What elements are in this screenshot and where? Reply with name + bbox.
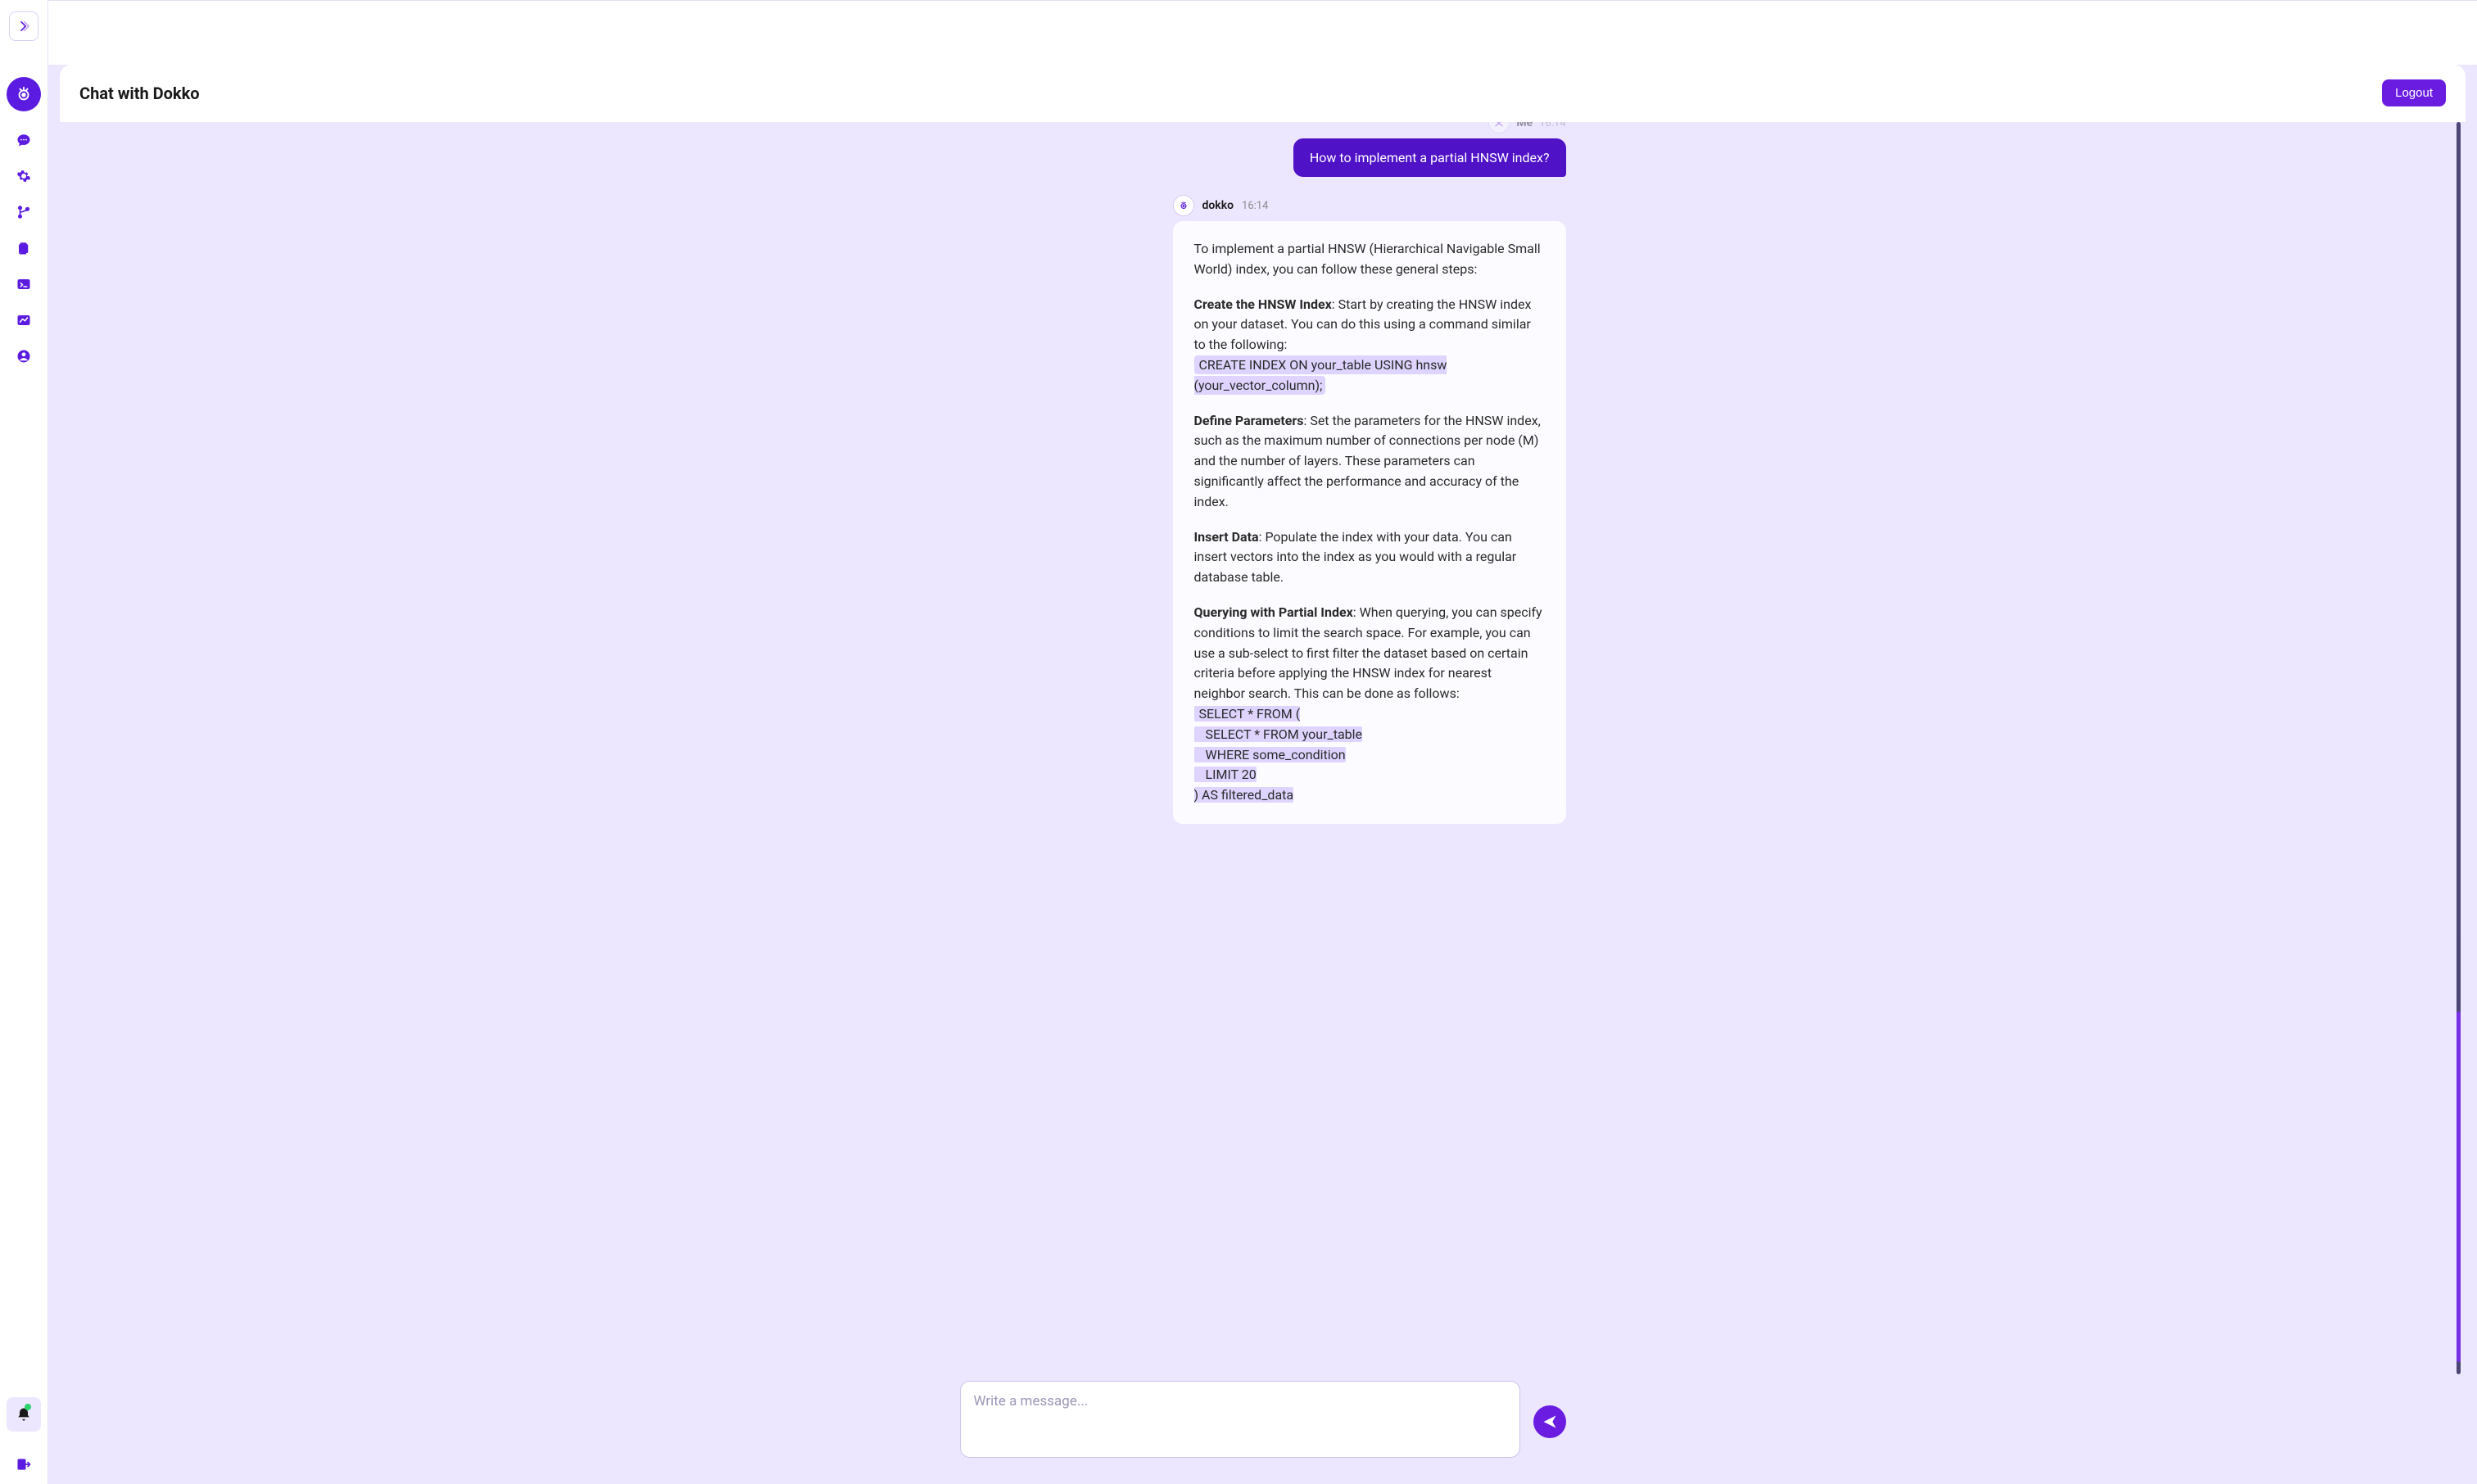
bot-step-1-code: CREATE INDEX ON your_table USING hnsw (y…: [1194, 355, 1447, 395]
expand-sidebar-button[interactable]: [9, 11, 38, 41]
nav-chat[interactable]: [16, 133, 31, 147]
bot-step-1-head: Create the HNSW Index: [1194, 296, 1332, 312]
send-button[interactable]: [1533, 1405, 1566, 1438]
nav-icon-list: [7, 77, 41, 364]
bot-name: dokko: [1202, 199, 1234, 212]
nav-terminal[interactable]: [16, 277, 31, 292]
chat-bubble-icon: [16, 132, 31, 148]
nav-analytics[interactable]: [16, 313, 31, 328]
nav-user[interactable]: [16, 349, 31, 364]
page-title: Chat with Dokko: [79, 84, 200, 103]
code-l5: ) AS filtered_data: [1194, 787, 1294, 803]
bot-step-1: Create the HNSW Index: Start by creating…: [1194, 295, 1545, 396]
top-strip: [48, 1, 2477, 65]
bot-step-3-head: Insert Data: [1194, 529, 1259, 545]
bot-intro: To implement a partial HNSW (Hierarchica…: [1194, 239, 1545, 280]
notification-dot: [25, 1404, 31, 1410]
bot-step-4-head: Querying with Partial Index: [1194, 604, 1353, 620]
bot-step-3: Insert Data: Populate the index with you…: [1194, 527, 1545, 588]
notifications-button[interactable]: [7, 1397, 41, 1432]
send-icon: [1542, 1414, 1558, 1430]
main-area: Chat with Dokko Logout Me 16:14 How to i…: [48, 0, 2477, 1484]
bot-avatar: [1173, 195, 1194, 216]
bot-step-2-head: Define Parameters: [1194, 413, 1304, 428]
code-l1: SELECT * FROM (: [1194, 706, 1301, 722]
bot-step-2: Define Parameters: Set the parameters fo…: [1194, 411, 1545, 513]
user-meta: Me 16:14: [960, 122, 1566, 133]
code-l2: SELECT * FROM your_table: [1194, 726, 1363, 742]
user-message-row: How to implement a partial HNSW index?: [960, 138, 1566, 177]
sidebar-bottom: [7, 1397, 41, 1473]
bot-time: 16:14: [1242, 200, 1268, 212]
user-name: Me: [1516, 122, 1533, 129]
bot-step-4: Querying with Partial Index: When queryi…: [1194, 603, 1545, 806]
exit-icon: [16, 1456, 32, 1473]
composer: [960, 1381, 1566, 1458]
analytics-icon: [16, 312, 31, 328]
logo-icon: [15, 85, 33, 103]
code-l4: LIMIT 20: [1194, 767, 1257, 782]
chat-body: Me 16:14 How to implement a partial HNSW…: [60, 122, 2466, 1473]
user-message-bubble: How to implement a partial HNSW index?: [1293, 138, 1566, 177]
message-input[interactable]: [960, 1381, 1520, 1458]
gear-icon: [16, 168, 31, 184]
branch-icon: [16, 204, 31, 220]
documents-icon: [16, 240, 31, 256]
chevron-right-icon: [16, 19, 31, 34]
scrollbar-thumb[interactable]: [2457, 1011, 2461, 1362]
nav-settings[interactable]: [16, 169, 31, 183]
nav-logo[interactable]: [7, 77, 41, 111]
code-l3: WHERE some_condition: [1194, 747, 1346, 762]
sidebar: [0, 0, 48, 1484]
scrollbar-track[interactable]: [2457, 122, 2461, 1374]
logout-button[interactable]: Logout: [2382, 79, 2446, 106]
sidebar-exit-button[interactable]: [16, 1456, 32, 1473]
bot-message-card: To implement a partial HNSW (Hierarchica…: [1173, 221, 1566, 824]
nav-documents[interactable]: [16, 241, 31, 256]
terminal-icon: [16, 276, 31, 292]
user-avatar: [1488, 122, 1510, 133]
user-time: 16:14: [1539, 122, 1565, 129]
message-scroll[interactable]: Me 16:14 How to implement a partial HNSW…: [60, 122, 2466, 1374]
user-icon: [16, 348, 31, 364]
card-header: Chat with Dokko Logout: [60, 65, 2466, 122]
nav-branch[interactable]: [16, 205, 31, 219]
chat-card: Chat with Dokko Logout Me 16:14 How to i…: [60, 65, 2466, 1473]
bot-meta: dokko 16:14: [1173, 195, 1566, 216]
